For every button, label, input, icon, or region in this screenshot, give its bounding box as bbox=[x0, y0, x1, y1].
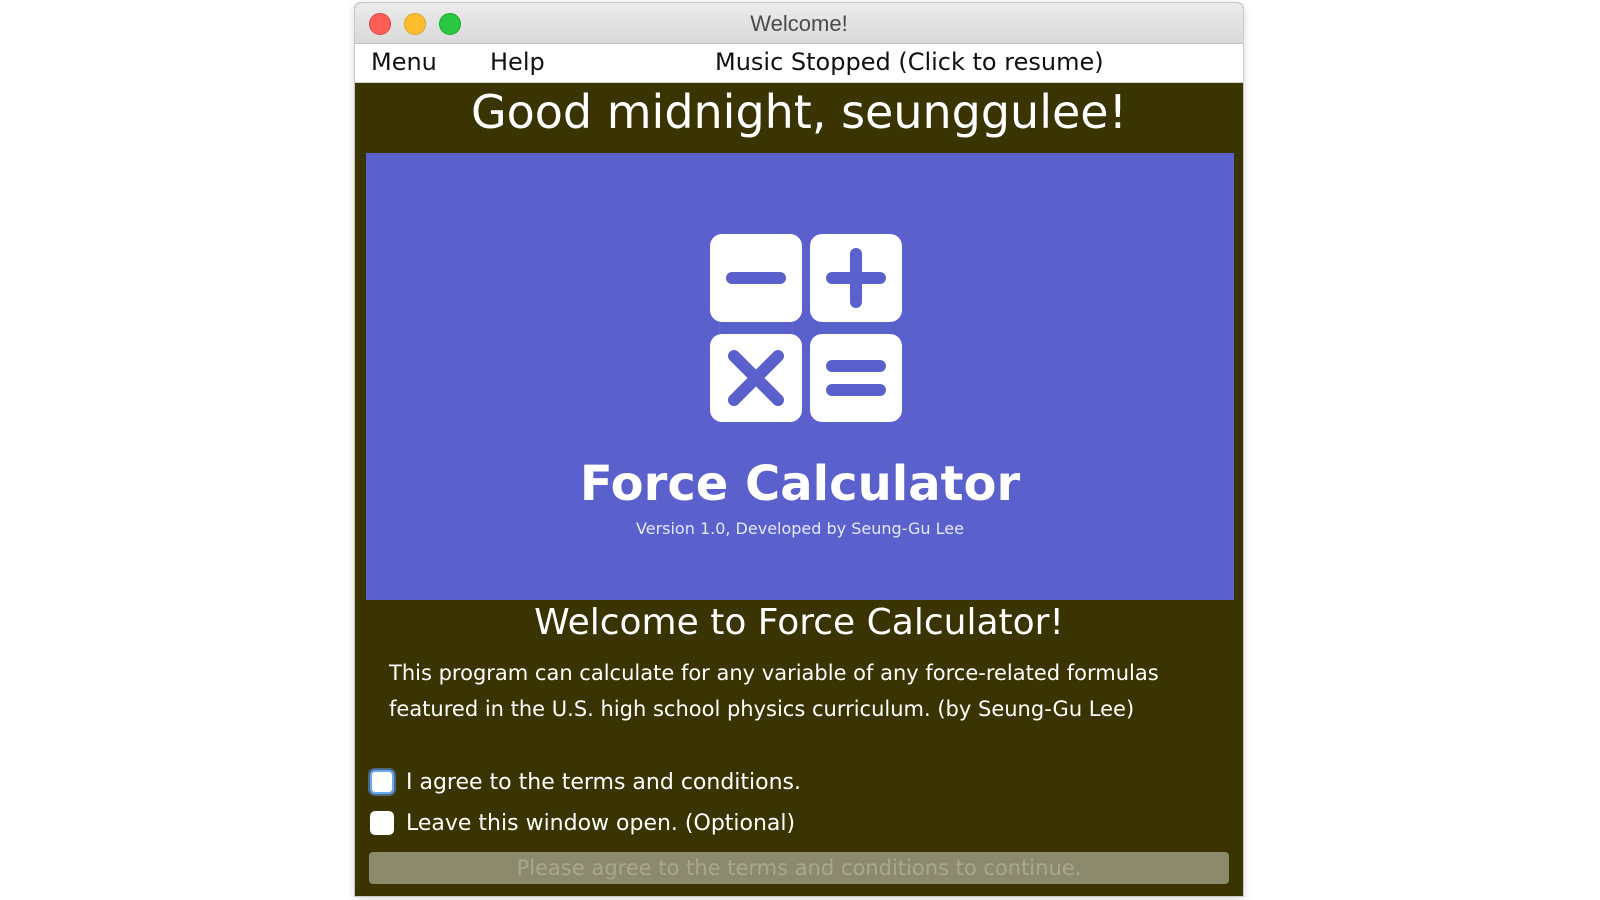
menu-bar: Menu Help Music Stopped (Click to resume… bbox=[355, 44, 1243, 83]
music-toggle[interactable]: Music Stopped (Click to resume) bbox=[715, 48, 1104, 76]
welcome-heading: Welcome to Force Calculator! bbox=[534, 602, 1064, 643]
calculator-operators-icon bbox=[710, 234, 902, 422]
title-bar[interactable]: Welcome! bbox=[355, 3, 1243, 44]
app-version: Version 1.0, Developed by Seung-Gu Lee bbox=[636, 519, 964, 538]
greeting-heading: Good midnight, seunggulee! bbox=[470, 85, 1128, 139]
welcome-window: Welcome! Menu Help Music Stopped (Click … bbox=[355, 3, 1243, 896]
agree-terms-option[interactable]: I agree to the terms and conditions. bbox=[370, 767, 801, 797]
app-title: Force Calculator bbox=[579, 456, 1021, 512]
window-title: Welcome! bbox=[750, 11, 848, 36]
menu-menu[interactable]: Menu bbox=[371, 48, 437, 76]
leave-open-label[interactable]: Leave this window open. (Optional) bbox=[406, 811, 795, 836]
continue-button[interactable]: Please agree to the terms and conditions… bbox=[369, 852, 1229, 884]
agree-terms-checkbox[interactable] bbox=[370, 770, 394, 794]
menu-help[interactable]: Help bbox=[490, 48, 545, 76]
leave-open-checkbox[interactable] bbox=[370, 811, 394, 835]
agree-terms-label[interactable]: I agree to the terms and conditions. bbox=[406, 770, 801, 795]
welcome-description: This program can calculate for any varia… bbox=[389, 661, 1159, 721]
leave-open-option[interactable]: Leave this window open. (Optional) bbox=[370, 808, 795, 838]
app-banner: Force Calculator Version 1.0, Developed … bbox=[366, 153, 1234, 600]
